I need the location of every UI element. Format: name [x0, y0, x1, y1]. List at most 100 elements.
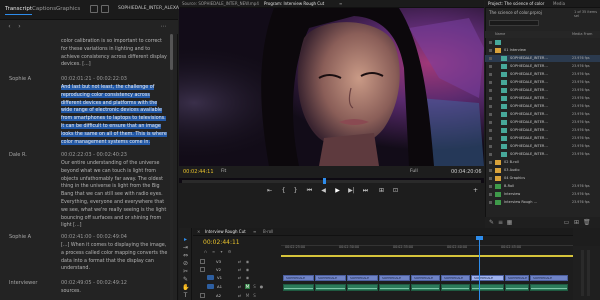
solo-button[interactable]: S	[252, 293, 257, 298]
icon-view-icon[interactable]: ▦	[506, 219, 513, 226]
lock-icon[interactable]	[200, 293, 205, 298]
chevron-left-icon[interactable]: ‹	[6, 23, 13, 30]
mark-in-button[interactable]: {	[279, 187, 288, 194]
column-frame-rate[interactable]: Media Fram	[572, 32, 592, 36]
mute-button[interactable]: M	[245, 293, 250, 298]
project-item-row[interactable]: SOPHIEDALE_INTER… 23.976 fps	[485, 71, 600, 78]
monitor-scrub-bar[interactable]	[182, 180, 481, 183]
project-item-row[interactable]: Interview Rough … 23.976 fps	[485, 199, 600, 206]
timeline-timecode[interactable]: 00:02:44:11	[203, 239, 240, 246]
new-item-icon[interactable]: ⊞	[573, 219, 580, 226]
audio-clip[interactable]	[505, 284, 529, 291]
overwrite-button[interactable]: ⊡	[391, 187, 400, 194]
pen-tool-icon[interactable]: ✎	[182, 276, 189, 283]
playback-resolution-select[interactable]: Full	[410, 169, 418, 174]
selected-text[interactable]: And last but not least, the challenge of…	[61, 85, 167, 145]
solo-button[interactable]: S	[252, 284, 257, 289]
add-marker-icon[interactable]: ▾	[219, 249, 224, 254]
tab-source-monitor[interactable]: Source: SOPHIEDALE_INTER_NEW.mp4	[182, 1, 259, 6]
tab-media[interactable]: Media	[553, 1, 565, 6]
speaker-label[interactable]: Sophie A	[9, 234, 31, 240]
trash-icon[interactable]: 🗑	[583, 219, 591, 226]
tab-interview-rough-cut[interactable]: Interview Rough Cut	[205, 229, 246, 234]
video-clip[interactable]: SOPHIEDALE	[505, 275, 529, 281]
tab-graphics[interactable]: Graphics	[56, 6, 80, 12]
audio-clip[interactable]	[347, 284, 378, 291]
sync-lock-icon[interactable]: ⇄	[237, 259, 242, 264]
video-clip[interactable]: SOPHIEDALE	[411, 275, 440, 281]
video-clip[interactable]: SOPHIEDALE	[379, 275, 410, 281]
type-tool-icon[interactable]: T	[182, 292, 189, 299]
speaker-label[interactable]: Dale R.	[9, 152, 27, 158]
lock-icon[interactable]	[200, 259, 205, 264]
video-clip[interactable]: SOPHIEDALE	[471, 275, 504, 281]
linked-selection-icon[interactable]: ∞	[211, 249, 216, 254]
playhead-timecode[interactable]: 00:02:44:11	[183, 169, 214, 175]
slip-tool-icon[interactable]: ⊘	[182, 260, 189, 267]
sync-lock-icon[interactable]: ⇄	[237, 267, 242, 272]
more-options-icon[interactable]: ⋯	[160, 23, 167, 30]
eye-icon[interactable]: ◉	[245, 267, 250, 272]
time-ruler[interactable]: 00:02:25:00 00:02:30:00 00:02:35:00 00:0…	[281, 236, 573, 249]
column-name[interactable]: Name	[495, 32, 505, 36]
project-bin-row[interactable]: 01 Interview	[485, 47, 600, 54]
go-to-out-button[interactable]: ⏭	[361, 187, 370, 195]
mute-button[interactable]: M	[245, 284, 250, 289]
tab-transcript[interactable]: Transcript	[5, 6, 32, 15]
lock-icon[interactable]	[200, 267, 205, 272]
add-marker-button[interactable]: ⇤	[265, 187, 274, 194]
project-item-row[interactable]: SOPHIEDALE_INTER… 23.976 fps	[485, 143, 600, 150]
chevron-right-icon[interactable]: ›	[16, 23, 23, 30]
transcript-paragraph[interactable]: [...] When it comes to displaying the im…	[61, 242, 169, 273]
project-item-row[interactable]: SOPHIEDALE_INTER… 23.976 fps	[485, 127, 600, 134]
settings-icon[interactable]	[101, 5, 109, 13]
speaker-label[interactable]: Interviewer	[9, 280, 37, 286]
project-bin-row[interactable]: 02 B-roll	[485, 159, 600, 166]
project-item-row[interactable]: SOPHIEDALE_INTER… 23.976 fps	[485, 103, 600, 110]
sync-lock-icon[interactable]: ⇄	[237, 275, 242, 280]
transcript-scroll-thumb[interactable]	[170, 34, 173, 70]
audio-clip[interactable]	[379, 284, 410, 291]
list-view-icon[interactable]: ≡	[497, 219, 504, 226]
step-forward-button[interactable]: ▶|	[347, 187, 356, 194]
audio-clip[interactable]	[530, 284, 568, 291]
sync-lock-icon[interactable]: ⇄	[237, 284, 242, 289]
video-clip[interactable]: SOPHIEDALE	[315, 275, 346, 281]
audio-clip[interactable]	[411, 284, 440, 291]
go-to-in-button[interactable]: ⏮	[305, 187, 314, 195]
eye-icon[interactable]: ◉	[245, 275, 250, 280]
video-clip[interactable]: SOPHIEDALE	[283, 275, 314, 281]
project-item-row[interactable]	[485, 39, 600, 46]
project-item-row[interactable]: SOPHIEDALE_INTER… 23.976 fps	[485, 87, 600, 94]
pencil-icon[interactable]: ✎	[488, 219, 495, 226]
transcript-paragraph[interactable]: color calibration is so important to cor…	[61, 38, 169, 69]
video-frame[interactable]	[179, 8, 484, 183]
project-item-row[interactable]: SOPHIEDALE_INTER… 23.976 fps	[485, 151, 600, 158]
video-clip[interactable]: SOPHIEDALE	[347, 275, 378, 281]
project-item-row[interactable]: B-Roll 23.976 fps	[485, 183, 600, 190]
insert-button[interactable]: ⊞	[377, 187, 386, 194]
project-item-row[interactable]: SOPHIEDALE_INTER… 23.976 fps	[485, 135, 600, 142]
razor-tool-icon[interactable]: ✂	[182, 268, 189, 275]
selection-tool-icon[interactable]: ▸	[182, 236, 189, 243]
project-item-row[interactable]: SOPHIEDALE_INTER… 23.976 fps	[485, 63, 600, 70]
ripple-edit-tool-icon[interactable]: ⇔	[182, 252, 189, 259]
panel-menu-icon[interactable]: ≡	[339, 1, 342, 6]
tab-program-monitor[interactable]: Program: Interview Rough Cut	[264, 1, 324, 6]
audio-clip[interactable]	[283, 284, 314, 291]
close-tab-icon[interactable]: ×	[197, 229, 200, 234]
project-item-row[interactable]: Interview 23.976 fps	[485, 191, 600, 198]
monitor-playhead[interactable]	[323, 178, 326, 184]
project-search-input[interactable]	[489, 20, 539, 26]
search-icon[interactable]	[90, 5, 98, 13]
timeline-playhead[interactable]	[479, 236, 480, 300]
button-editor-button[interactable]: +	[471, 187, 480, 194]
sync-lock-icon[interactable]: ⇄	[237, 293, 242, 298]
video-clip[interactable]: SOPHIEDALE	[441, 275, 470, 281]
tab-captions[interactable]: Captions	[32, 6, 56, 12]
speaker-label[interactable]: Sophie A	[9, 76, 31, 82]
project-item-row[interactable]: SOPHIEDALE_INTER… 23.976 fps	[485, 119, 600, 126]
work-area-bar[interactable]	[281, 255, 573, 257]
transcript-scrollbar[interactable]	[170, 34, 173, 300]
mic-icon[interactable]: ●	[259, 284, 264, 289]
